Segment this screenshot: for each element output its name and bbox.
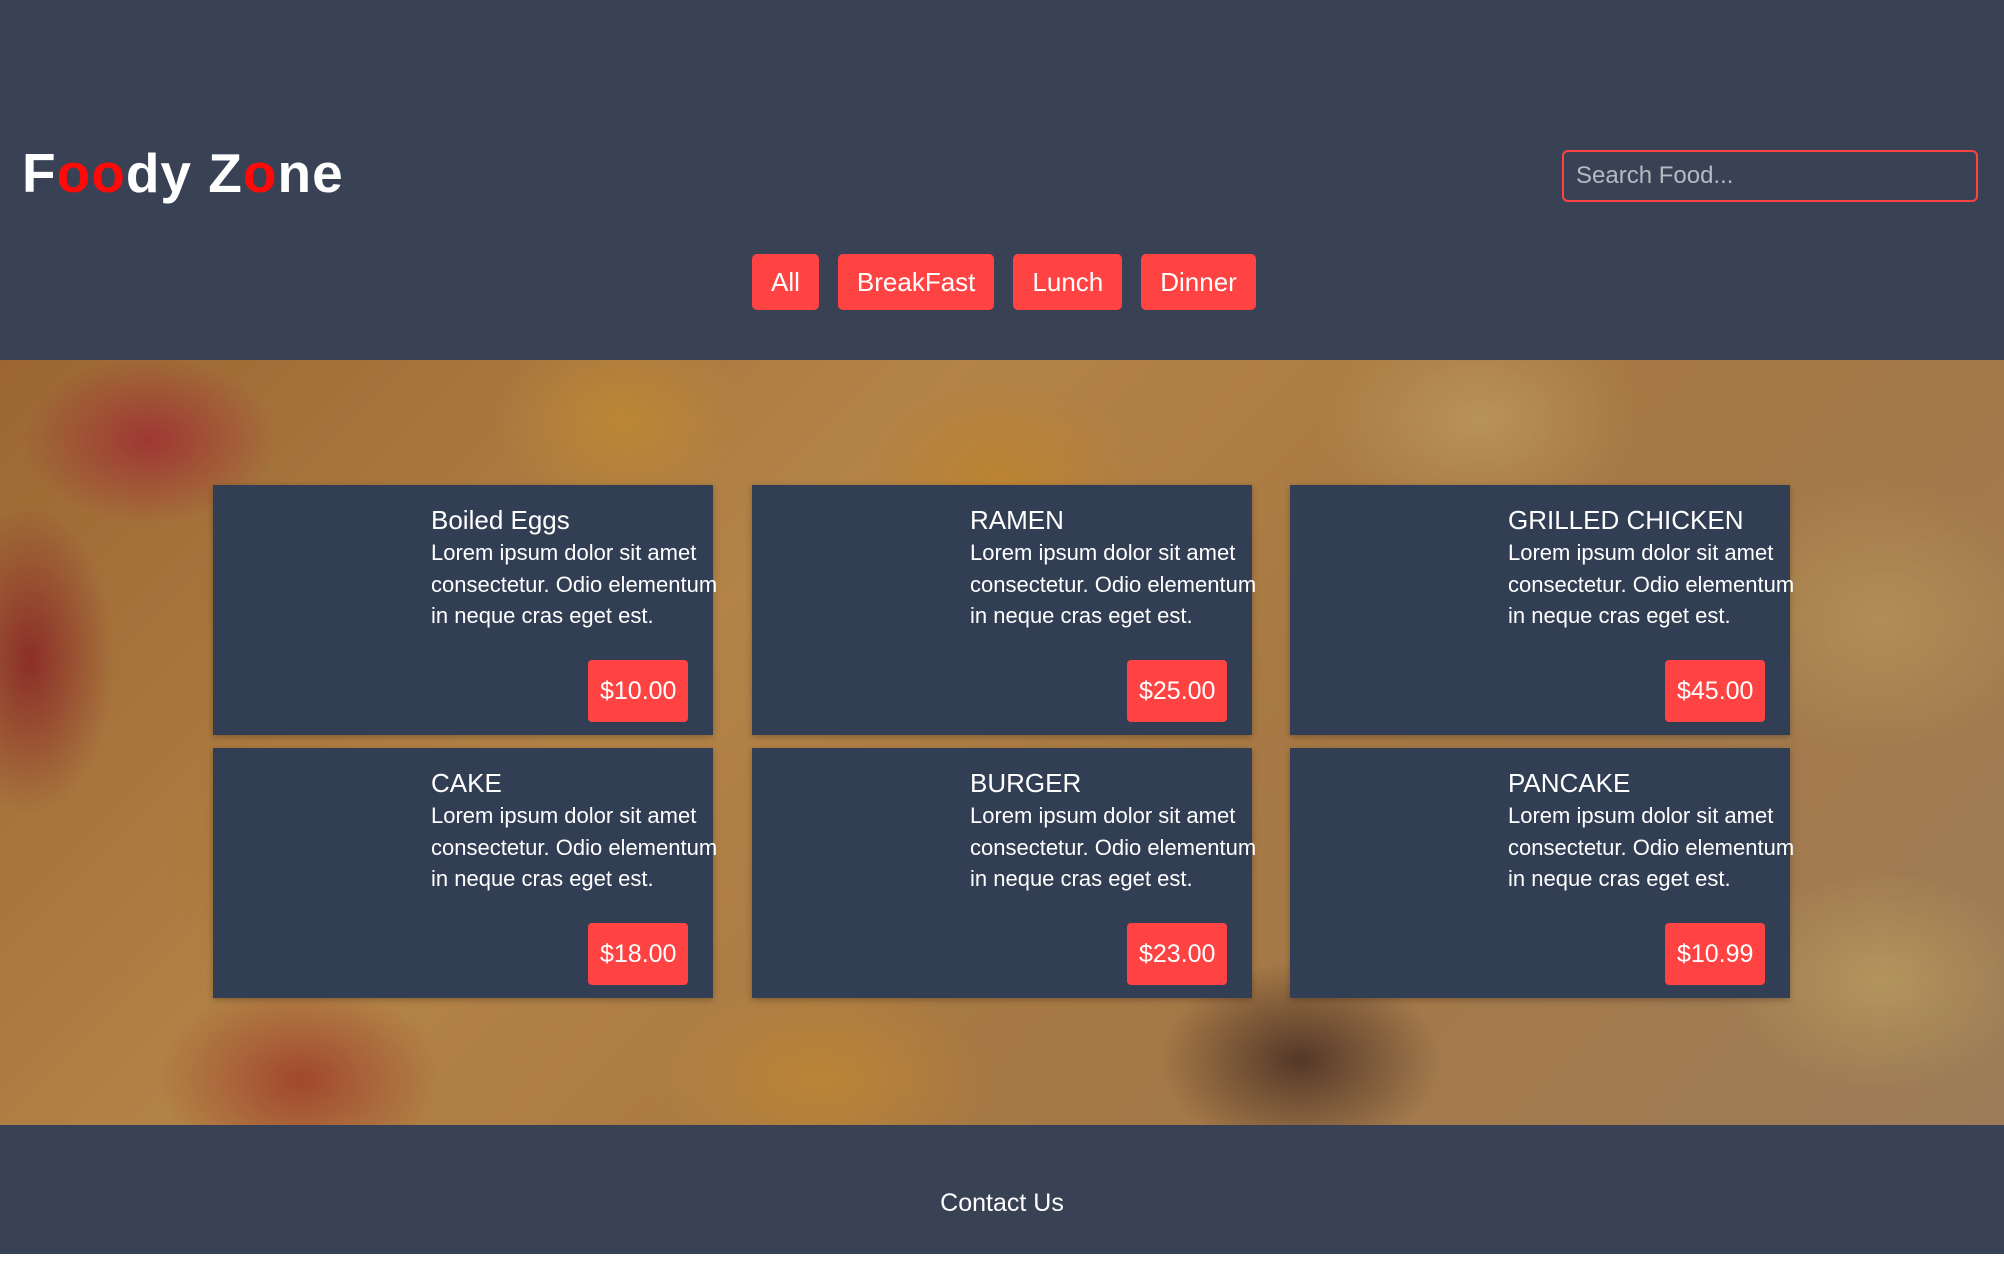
filter-dinner-button[interactable]: Dinner (1141, 254, 1256, 310)
filter-all-button[interactable]: All (752, 254, 819, 310)
food-card: Boiled Eggs Lorem ipsum dolor sit amet c… (213, 485, 717, 735)
price-button[interactable]: $25.00 (1127, 660, 1228, 722)
food-image (770, 766, 960, 956)
logo-part-1: F (22, 142, 57, 204)
logo-part-3: dy Z (125, 142, 243, 204)
filter-breakfast-button[interactable]: BreakFast (837, 254, 995, 310)
footer: Contact Us (0, 1125, 2004, 1254)
search-input[interactable] (1562, 150, 1978, 202)
logo-part-2: oo (56, 142, 126, 204)
logo: Foody Zone (22, 138, 344, 208)
food-description: Lorem ipsum dolor sit amet consectetur. … (431, 540, 718, 628)
price-button[interactable]: $18.00 (588, 923, 689, 985)
price-button[interactable]: $23.00 (1127, 923, 1228, 985)
food-description: Lorem ipsum dolor sit amet consectetur. … (970, 803, 1257, 891)
header: Foody Zone All BreakFast Lunch Dinner (0, 0, 2004, 360)
food-card: CAKE Lorem ipsum dolor sit amet consecte… (213, 748, 717, 998)
page: Foody Zone All BreakFast Lunch Dinner Bo… (0, 0, 2004, 1254)
food-name: PANCAKE (1508, 768, 1631, 798)
food-description: Lorem ipsum dolor sit amet consectetur. … (1508, 540, 1795, 628)
food-card: PANCAKE Lorem ipsum dolor sit amet conse… (1290, 748, 1794, 998)
logo-part-5: ne (277, 142, 344, 204)
price-button[interactable]: $10.99 (1665, 923, 1766, 985)
food-description: Lorem ipsum dolor sit amet consectetur. … (1508, 803, 1795, 891)
food-section: Boiled Eggs Lorem ipsum dolor sit amet c… (0, 360, 2004, 1125)
food-image (231, 766, 421, 956)
food-card: GRILLED CHICKEN Lorem ipsum dolor sit am… (1290, 485, 1794, 735)
food-name: BURGER (970, 768, 1082, 798)
food-name: RAMEN (970, 505, 1064, 535)
food-description: Lorem ipsum dolor sit amet consectetur. … (970, 540, 1257, 628)
filter-bar: All BreakFast Lunch Dinner (752, 254, 1256, 310)
contact-us-link[interactable]: Contact Us (0, 1189, 2004, 1218)
food-card: BURGER Lorem ipsum dolor sit amet consec… (752, 748, 1256, 998)
food-name: CAKE (431, 768, 502, 798)
food-image (231, 503, 421, 693)
filter-lunch-button[interactable]: Lunch (1013, 254, 1123, 310)
food-description: Lorem ipsum dolor sit amet consectetur. … (431, 803, 718, 891)
price-button[interactable]: $45.00 (1665, 660, 1766, 722)
food-name: GRILLED CHICKEN (1508, 505, 1744, 535)
food-image (770, 503, 960, 693)
food-name: Boiled Eggs (431, 505, 570, 535)
food-card: RAMEN Lorem ipsum dolor sit amet consect… (752, 485, 1256, 735)
food-image (1308, 766, 1498, 956)
logo-part-4: o (242, 142, 278, 204)
food-image (1308, 503, 1498, 693)
price-button[interactable]: $10.00 (588, 660, 689, 722)
